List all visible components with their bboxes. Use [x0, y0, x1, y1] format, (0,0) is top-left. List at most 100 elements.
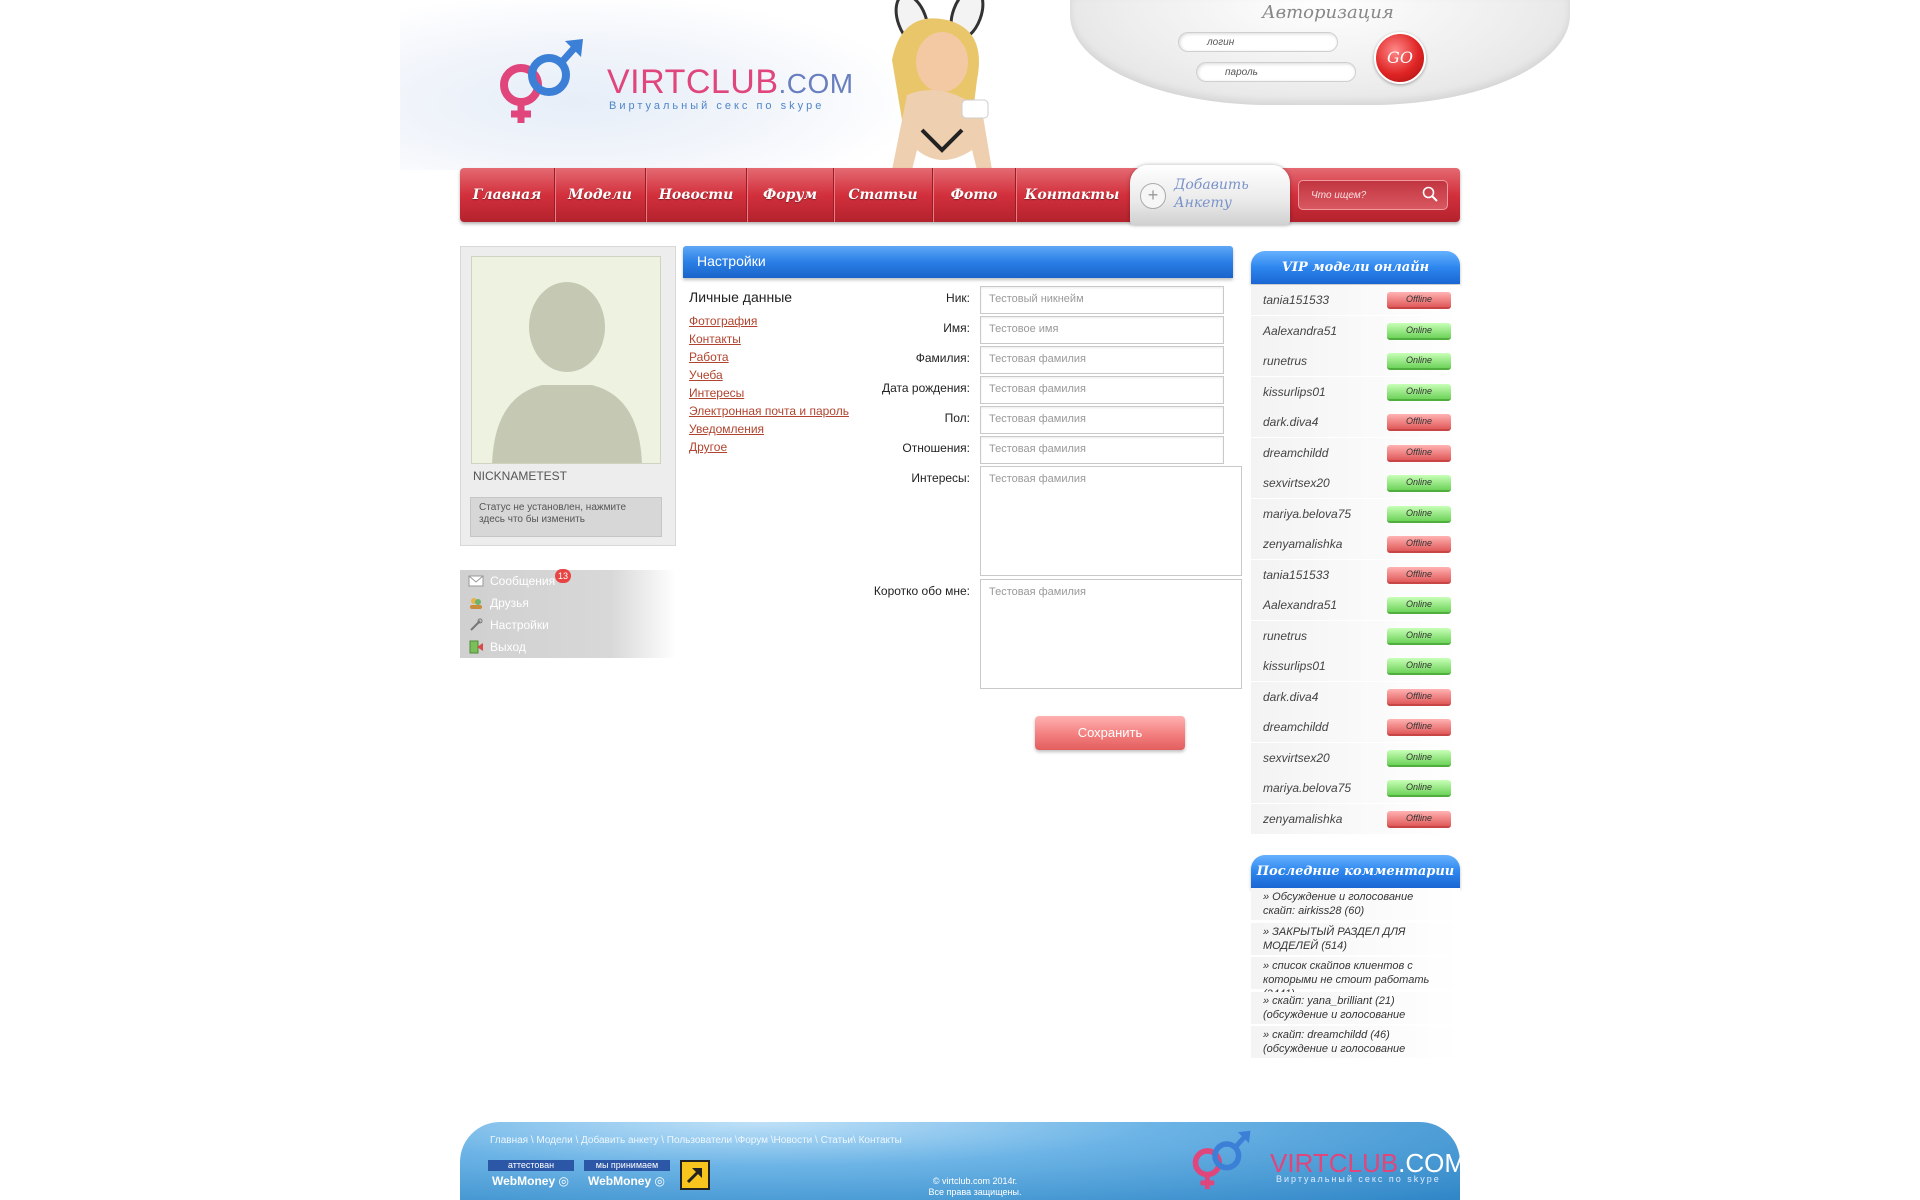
counter-arrow-icon[interactable] [680, 1160, 710, 1190]
vip-model-name[interactable]: runetrus [1263, 629, 1307, 643]
birth-date-input[interactable]: Тестовая фамилия [980, 376, 1224, 404]
password-input[interactable]: пароль [1196, 62, 1356, 82]
login-go-button[interactable]: GO [1374, 32, 1426, 84]
vip-model-row[interactable]: runetrus Online [1251, 620, 1460, 651]
vip-model-row[interactable]: mariya.belova75 Online [1251, 498, 1460, 529]
recent-comments-header: Последние комментарии [1251, 855, 1460, 888]
vip-model-name[interactable]: dark.diva4 [1263, 415, 1318, 429]
comment-line: » скайп: dreamchildd (46) [1263, 1029, 1390, 1041]
side-menu-friends[interactable]: Друзья [460, 592, 676, 614]
search-icon[interactable] [1422, 186, 1438, 202]
nick-input[interactable]: Тестовый никнейм [980, 286, 1224, 314]
messages-count-badge: 13 [555, 569, 571, 583]
vip-model-name[interactable]: Aalexandra51 [1263, 324, 1337, 338]
comment-item[interactable]: » список скайпов клиентов с которыми не с… [1251, 957, 1460, 1000]
vip-status-badge: Offline [1387, 719, 1451, 736]
vip-model-name[interactable]: tania151533 [1263, 293, 1329, 307]
vip-status-badge: Online [1387, 780, 1451, 797]
envelope-icon [468, 575, 484, 587]
comment-item[interactable]: » ЗАКРЫТЫЙ РАЗДЕЛ ДЛЯ МОДЕЛЕЙ (514) [1251, 922, 1460, 955]
vip-model-row[interactable]: kissurlips01 Online [1251, 376, 1460, 407]
vip-model-row[interactable]: sexvirtsex20 Online [1251, 468, 1460, 498]
vip-model-row[interactable]: dreamchildd Offline [1251, 712, 1460, 742]
vip-model-name[interactable]: dreamchildd [1263, 446, 1328, 460]
vip-model-name[interactable]: sexvirtsex20 [1263, 476, 1330, 490]
nav-item-home[interactable]: Главная [460, 168, 555, 222]
vip-model-row[interactable]: sexvirtsex20 Online [1251, 742, 1460, 773]
settings-link-education[interactable]: Учеба [689, 368, 723, 382]
vip-model-row[interactable]: dark.diva4 Offline [1251, 681, 1460, 712]
comment-line: » ЗАКРЫТЫЙ РАЗДЕЛ ДЛЯ [1263, 925, 1406, 938]
settings-link-work[interactable]: Работа [689, 350, 729, 364]
vip-model-name[interactable]: sexvirtsex20 [1263, 751, 1330, 765]
nav-item-forum[interactable]: Форум [747, 168, 834, 222]
side-menu-settings[interactable]: Настройки [460, 614, 676, 636]
vip-model-row[interactable]: dark.diva4 Offline [1251, 407, 1460, 437]
comment-line: » скайп: yana_brilliant (21) [1263, 994, 1395, 1007]
webmoney-attested-badge[interactable]: аттестован WebMoney ◎ [488, 1160, 574, 1192]
settings-link-photo[interactable]: Фотография [689, 314, 757, 328]
footer-links[interactable]: Главная \ Модели \ Добавить анкету \ Пол… [490, 1135, 902, 1146]
settings-link-other[interactable]: Другое [689, 440, 727, 454]
vip-model-name[interactable]: mariya.belova75 [1263, 507, 1351, 521]
relationship-label: Отношения: [902, 441, 970, 455]
webmoney-accept-badge[interactable]: мы принимаем WebMoney ◎ [584, 1160, 670, 1192]
comment-line: » Обсуждение и голосование [1263, 891, 1414, 903]
side-menu-label: Настройки [490, 618, 549, 632]
nav-item-contacts[interactable]: Контакты [1016, 168, 1128, 222]
vip-model-name[interactable]: zenyamalishka [1263, 537, 1342, 551]
side-menu-label: Выход [490, 640, 526, 654]
vip-model-row[interactable]: mariya.belova75 Online [1251, 773, 1460, 803]
settings-link-contacts[interactable]: Контакты [689, 332, 741, 346]
save-button[interactable]: Сохранить [1035, 716, 1185, 750]
login-title: Авторизация [1262, 2, 1394, 23]
avatar[interactable] [471, 256, 661, 464]
vip-model-row[interactable]: dreamchildd Offline [1251, 437, 1460, 468]
vip-model-row[interactable]: zenyamalishka Offline [1251, 529, 1460, 559]
vip-model-name[interactable]: Aalexandra51 [1263, 598, 1337, 612]
nav-item-photo[interactable]: Фото [933, 168, 1016, 222]
vip-model-row[interactable]: tania151533 Offline [1251, 559, 1460, 590]
interests-textarea[interactable]: Тестовая фамилия [980, 466, 1242, 576]
nav-item-articles[interactable]: Статьи [834, 168, 933, 222]
nav-item-models[interactable]: Модели [555, 168, 646, 222]
comment-item[interactable]: » скайп: dreamchildd (46) (обсуждение и г… [1251, 1026, 1460, 1058]
plus-icon: + [1140, 183, 1166, 209]
vip-model-name[interactable]: kissurlips01 [1263, 659, 1326, 673]
vip-model-name[interactable]: dark.diva4 [1263, 690, 1318, 704]
logo-tagline: Виртуальный секс по skype [609, 100, 825, 112]
vip-model-name[interactable]: zenyamalishka [1263, 812, 1342, 826]
site-logo[interactable]: VIRTCLUB.COM Виртуальный секс по skype [485, 35, 853, 130]
login-input[interactable]: логин [1178, 32, 1338, 52]
comment-item[interactable]: » Обсуждение и голосование скайп: airkiss… [1251, 888, 1460, 920]
comment-line: » список скайпов клиентов с [1263, 960, 1413, 972]
about-textarea[interactable]: Тестовая фамилия [980, 579, 1242, 689]
vip-model-name[interactable]: kissurlips01 [1263, 385, 1326, 399]
vip-model-name[interactable]: mariya.belova75 [1263, 781, 1351, 795]
profile-nickname: NICKNAMETEST [473, 469, 568, 483]
gender-symbols-icon [500, 39, 583, 123]
settings-link-interests[interactable]: Интересы [689, 386, 744, 400]
vip-model-row[interactable]: Aalexandra51 Online [1251, 590, 1460, 620]
status-box[interactable]: Статус не установлен, нажмите здесь что … [470, 497, 662, 537]
vip-model-row[interactable]: runetrus Online [1251, 346, 1460, 376]
vip-model-row[interactable]: kissurlips01 Online [1251, 651, 1460, 681]
vip-model-name[interactable]: tania151533 [1263, 568, 1329, 582]
first-name-input[interactable]: Тестовое имя [980, 316, 1224, 344]
vip-model-row[interactable]: zenyamalishka Offline [1251, 803, 1460, 834]
vip-model-name[interactable]: runetrus [1263, 354, 1307, 368]
about-label: Коротко обо мне: [873, 584, 970, 598]
vip-model-name[interactable]: dreamchildd [1263, 720, 1328, 734]
side-menu-logout[interactable]: Выход [460, 636, 676, 658]
relationship-input[interactable]: Тестовая фамилия [980, 436, 1224, 464]
comment-item[interactable]: » скайп: yana_brilliant (21) (обсуждение … [1251, 991, 1460, 1024]
last-name-input[interactable]: Тестовая фамилия [980, 346, 1224, 374]
gender-input[interactable]: Тестовая фамилия [980, 406, 1224, 434]
footer-gender-symbols-icon [1192, 1130, 1251, 1190]
settings-link-notifications[interactable]: Уведомления [689, 422, 764, 436]
tools-icon [470, 618, 483, 631]
vip-model-row[interactable]: tania151533 Offline [1251, 285, 1460, 315]
vip-model-row[interactable]: Aalexandra51 Online [1251, 315, 1460, 346]
nav-item-news[interactable]: Новости [646, 168, 747, 222]
copyright-line: © virtclub.com 2014г. [932, 1176, 1018, 1186]
